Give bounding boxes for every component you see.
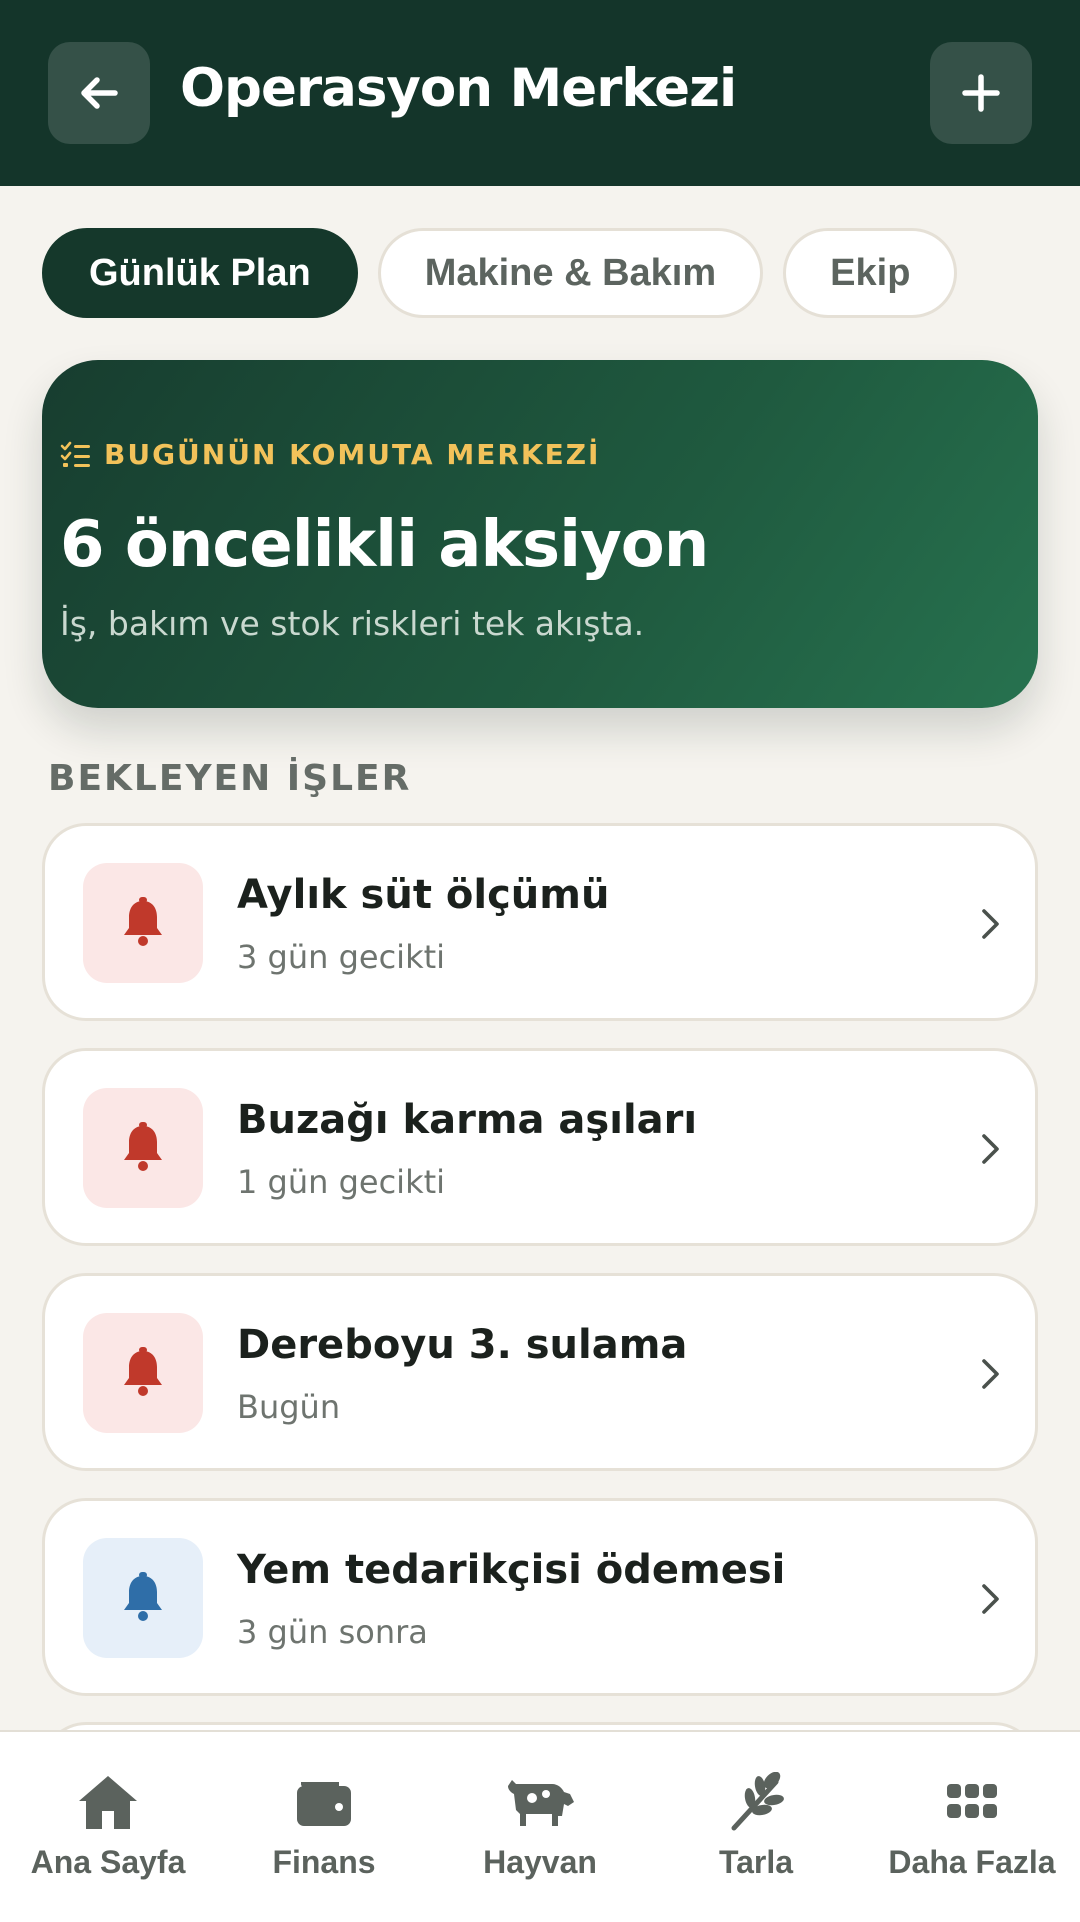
task-item[interactable]: Aylık süt ölçümü 3 gün gecikti — [42, 823, 1038, 1021]
nav-label: Finans — [272, 1844, 376, 1880]
add-button[interactable] — [930, 42, 1032, 144]
wallet-icon — [297, 1782, 351, 1826]
nav-label: Ana Sayfa — [30, 1844, 186, 1880]
grid-icon — [947, 1784, 997, 1818]
wheat-icon — [731, 1772, 784, 1831]
task-icon-box — [83, 1538, 203, 1658]
task-subtitle: 3 gün gecikti — [237, 938, 446, 976]
back-button[interactable] — [48, 42, 150, 144]
cow-icon — [508, 1780, 574, 1826]
summary-subtitle: İş, bakım ve stok riskleri tek akışta. — [60, 604, 645, 643]
summary-title: 6 öncelikli aksiyon — [60, 508, 709, 582]
home-icon — [79, 1776, 137, 1829]
task-subtitle: Bugün — [237, 1388, 341, 1426]
nav-more[interactable]: Daha Fazla — [864, 1732, 1080, 1922]
task-icon-box — [83, 1088, 203, 1208]
task-title: Buzağı karma aşıları — [237, 1097, 698, 1143]
app-header: Operasyon Merkezi — [0, 0, 1080, 186]
task-subtitle: 3 gün sonra — [237, 1613, 428, 1651]
tab-daily-plan[interactable]: Günlük Plan — [42, 228, 358, 318]
plus-icon — [962, 74, 1000, 112]
task-item[interactable]: Dereboyu 3. sulama Bugün — [42, 1273, 1038, 1471]
arrow-left-icon — [81, 77, 118, 109]
page-title: Operasyon Merkezi — [180, 58, 737, 119]
chevron-right-icon — [982, 1134, 999, 1164]
task-item[interactable]: Buzağı karma aşıları 1 gün gecikti — [42, 1048, 1038, 1246]
bell-icon — [124, 1122, 162, 1171]
task-icon-box — [83, 1313, 203, 1433]
task-title: Dereboyu 3. sulama — [237, 1322, 688, 1368]
chevron-right-icon — [982, 1584, 999, 1614]
task-title: Yem tedarikçisi ödemesi — [237, 1547, 786, 1593]
nav-label: Hayvan — [483, 1844, 597, 1880]
bottom-nav: Ana Sayfa Finans Hayvan Tarla Daha Fazla — [0, 1730, 1080, 1922]
section-title: BEKLEYEN İŞLER — [48, 758, 412, 799]
nav-label: Tarla — [718, 1844, 794, 1880]
chevron-right-icon — [982, 909, 999, 939]
summary-kicker-text: BUGÜNÜN KOMUTA MERKEZİ — [104, 438, 601, 471]
tab-team[interactable]: Ekip — [783, 228, 958, 318]
nav-home[interactable]: Ana Sayfa — [0, 1732, 216, 1922]
bell-icon — [124, 1572, 162, 1621]
summary-kicker: BUGÜNÜN KOMUTA MERKEZİ — [60, 438, 600, 471]
nav-animal[interactable]: Hayvan — [432, 1732, 648, 1922]
chevron-right-icon — [982, 1359, 999, 1389]
tab-bar: Günlük Plan Makine & Bakım Ekip — [42, 228, 958, 318]
task-subtitle: 1 gün gecikti — [237, 1163, 446, 1201]
task-title: Aylık süt ölçümü — [237, 872, 610, 918]
tab-machine-maintenance[interactable]: Makine & Bakım — [377, 228, 764, 318]
bell-icon — [124, 1347, 162, 1396]
task-item[interactable]: Yem tedarikçisi ödemesi 3 gün sonra — [42, 1498, 1038, 1696]
bell-icon — [124, 897, 162, 946]
nav-finance[interactable]: Finans — [216, 1732, 432, 1922]
checklist-icon — [60, 441, 90, 467]
nav-label: Daha Fazla — [888, 1844, 1056, 1880]
task-icon-box — [83, 863, 203, 983]
nav-field[interactable]: Tarla — [648, 1732, 864, 1922]
